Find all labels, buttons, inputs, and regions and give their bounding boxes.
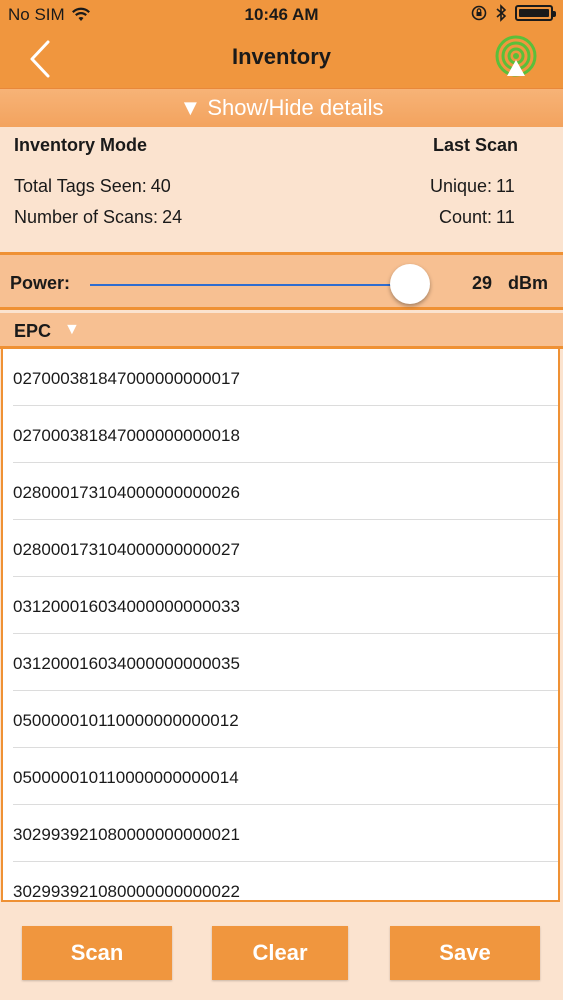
epc-value: 027000381847000000000017	[13, 369, 240, 388]
save-button[interactable]: Save	[390, 926, 540, 980]
epc-value: 031200016034000000000033	[13, 597, 240, 616]
epc-value: 028000173104000000000027	[13, 540, 240, 559]
scans-label: Number of Scans:	[14, 207, 159, 227]
power-bar: Power: 29 dBm	[0, 252, 563, 310]
list-item[interactable]: 027000381847000000000017	[3, 349, 558, 406]
count-row: Count: 11	[439, 207, 515, 228]
count-label: Count:	[439, 207, 493, 227]
list-item[interactable]: 031200016034000000000033	[3, 577, 558, 634]
list-item[interactable]: 031200016034000000000035	[3, 634, 558, 691]
rfid-signal-icon[interactable]	[493, 34, 539, 80]
battery-icon	[515, 5, 556, 21]
epc-header-label: EPC	[14, 321, 52, 341]
list-item[interactable]: 027000381847000000000018	[3, 406, 558, 463]
bluetooth-icon	[496, 4, 507, 22]
last-scan-label: Last Scan	[432, 135, 518, 155]
power-unit: dBm	[508, 273, 548, 293]
status-bar: No SIM 10:46 AM	[0, 0, 563, 30]
details-panel: Inventory Mode Last Scan Total Tags Seen…	[0, 127, 563, 251]
epc-header[interactable]: EPC ▼	[0, 313, 563, 349]
total-tags-label: Total Tags Seen:	[14, 176, 147, 196]
power-value: 29	[472, 273, 493, 293]
epc-value: 031200016034000000000035	[13, 654, 240, 673]
rotation-lock-icon	[471, 5, 487, 21]
status-right	[471, 4, 556, 22]
sort-arrow-icon[interactable]: ▼	[64, 321, 80, 339]
list-item[interactable]: 028000173104000000000027	[3, 520, 558, 577]
show-hide-details-toggle[interactable]: ▼ Show/Hide details	[0, 88, 563, 128]
page-title: Inventory	[231, 44, 332, 69]
power-slider-track[interactable]	[90, 284, 410, 286]
epc-value: 302993921080000000000022	[13, 882, 240, 901]
list-item[interactable]: 028000173104000000000026	[3, 463, 558, 520]
unique-label: Unique:	[430, 176, 493, 196]
count-value: 11	[496, 207, 515, 227]
unique-value: 11	[496, 176, 515, 196]
epc-value: 028000173104000000000026	[13, 483, 240, 502]
total-tags-row: Total Tags Seen: 40	[14, 176, 171, 197]
epc-list[interactable]: 027000381847000000000017 027000381847000…	[1, 349, 560, 902]
total-tags-value: 40	[150, 176, 171, 196]
epc-value: 050000010110000000000014	[13, 768, 239, 787]
clear-button[interactable]: Clear	[212, 926, 348, 980]
scan-button[interactable]: Scan	[22, 926, 172, 980]
scans-value: 24	[162, 207, 183, 227]
epc-value: 302993921080000000000021	[13, 825, 240, 844]
power-label: Power:	[10, 273, 71, 293]
power-slider-knob[interactable]	[389, 264, 430, 304]
list-item[interactable]: 050000010110000000000014	[3, 748, 558, 805]
list-item[interactable]: 302993921080000000000022	[3, 862, 558, 901]
nav-bar: Inventory	[0, 30, 563, 88]
list-item[interactable]: 302993921080000000000021	[3, 805, 558, 862]
epc-value: 050000010110000000000012	[13, 711, 239, 730]
scans-row: Number of Scans: 24	[14, 207, 182, 228]
epc-value: 027000381847000000000018	[13, 426, 240, 445]
bottom-toolbar: Scan Clear Save	[0, 902, 563, 1000]
unique-row: Unique: 11	[430, 176, 515, 197]
inventory-mode-label: Inventory Mode	[14, 135, 148, 155]
list-item[interactable]: 050000010110000000000012	[3, 691, 558, 748]
